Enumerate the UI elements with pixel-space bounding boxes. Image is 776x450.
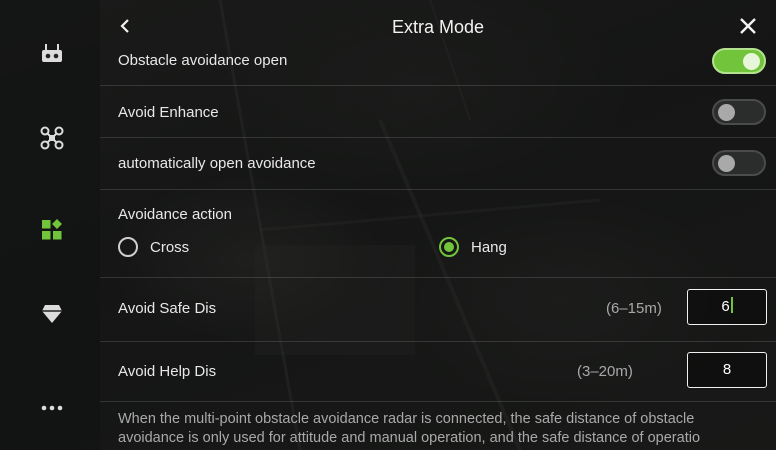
apps-grid-icon[interactable] xyxy=(38,216,66,244)
hang-radio-label[interactable]: Hang xyxy=(471,239,507,256)
avoid-help-dis-range: (3–20m) xyxy=(577,363,633,380)
radar-note: When the multi-point obstacle avoidance … xyxy=(118,410,776,448)
page-title: Extra Mode xyxy=(391,17,485,37)
extra-mode-panel: Extra Mode Obstacle avoidance open Avoid… xyxy=(100,0,776,450)
avoid-enhance-row: Avoid Enhance xyxy=(100,86,776,138)
avoid-enhance-label: Avoid Enhance xyxy=(118,104,219,121)
hang-radio[interactable] xyxy=(439,237,459,257)
avoid-help-dis-label: Avoid Help Dis xyxy=(118,363,217,380)
avoidance-action-row: Avoidance action Cross Hang xyxy=(100,190,776,278)
obstacle-avoidance-label: Obstacle avoidance open xyxy=(118,52,288,69)
drone-icon[interactable] xyxy=(38,124,66,152)
avoid-help-dis-input[interactable]: 8 xyxy=(687,352,767,388)
avoid-safe-dis-label: Avoid Safe Dis xyxy=(118,300,217,317)
avoid-safe-dis-range: (6–15m) xyxy=(606,300,662,317)
close-icon[interactable] xyxy=(738,16,758,36)
avoid-help-dis-row: Avoid Help Dis (3–20m) 8 xyxy=(100,342,776,402)
auto-open-avoidance-toggle[interactable] xyxy=(712,150,766,176)
obstacle-avoidance-row: Obstacle avoidance open xyxy=(100,38,776,86)
cross-radio[interactable] xyxy=(118,237,138,257)
auto-open-avoidance-label: automatically open avoidance xyxy=(118,155,316,172)
remote-controller-icon[interactable] xyxy=(38,40,66,68)
avoid-safe-dis-value: 6 xyxy=(721,298,730,315)
more-dots-icon[interactable] xyxy=(38,394,66,422)
sidebar xyxy=(0,0,100,450)
text-caret xyxy=(730,297,733,313)
avoidance-action-label: Avoidance action xyxy=(118,206,232,223)
avoid-safe-dis-row: Avoid Safe Dis (6–15m) 6 xyxy=(100,278,776,342)
cross-radio-label[interactable]: Cross xyxy=(150,239,189,256)
radar-note-line-1: When the multi-point obstacle avoidance … xyxy=(118,411,695,427)
avoid-safe-dis-input[interactable]: 6 xyxy=(687,289,767,325)
radar-note-line-2: avoidance is only used for attitude and … xyxy=(118,430,701,446)
gem-icon[interactable] xyxy=(38,300,66,328)
obstacle-avoidance-toggle[interactable] xyxy=(712,48,766,74)
auto-open-avoidance-row: automatically open avoidance xyxy=(100,138,776,190)
avoid-enhance-toggle[interactable] xyxy=(712,99,766,125)
